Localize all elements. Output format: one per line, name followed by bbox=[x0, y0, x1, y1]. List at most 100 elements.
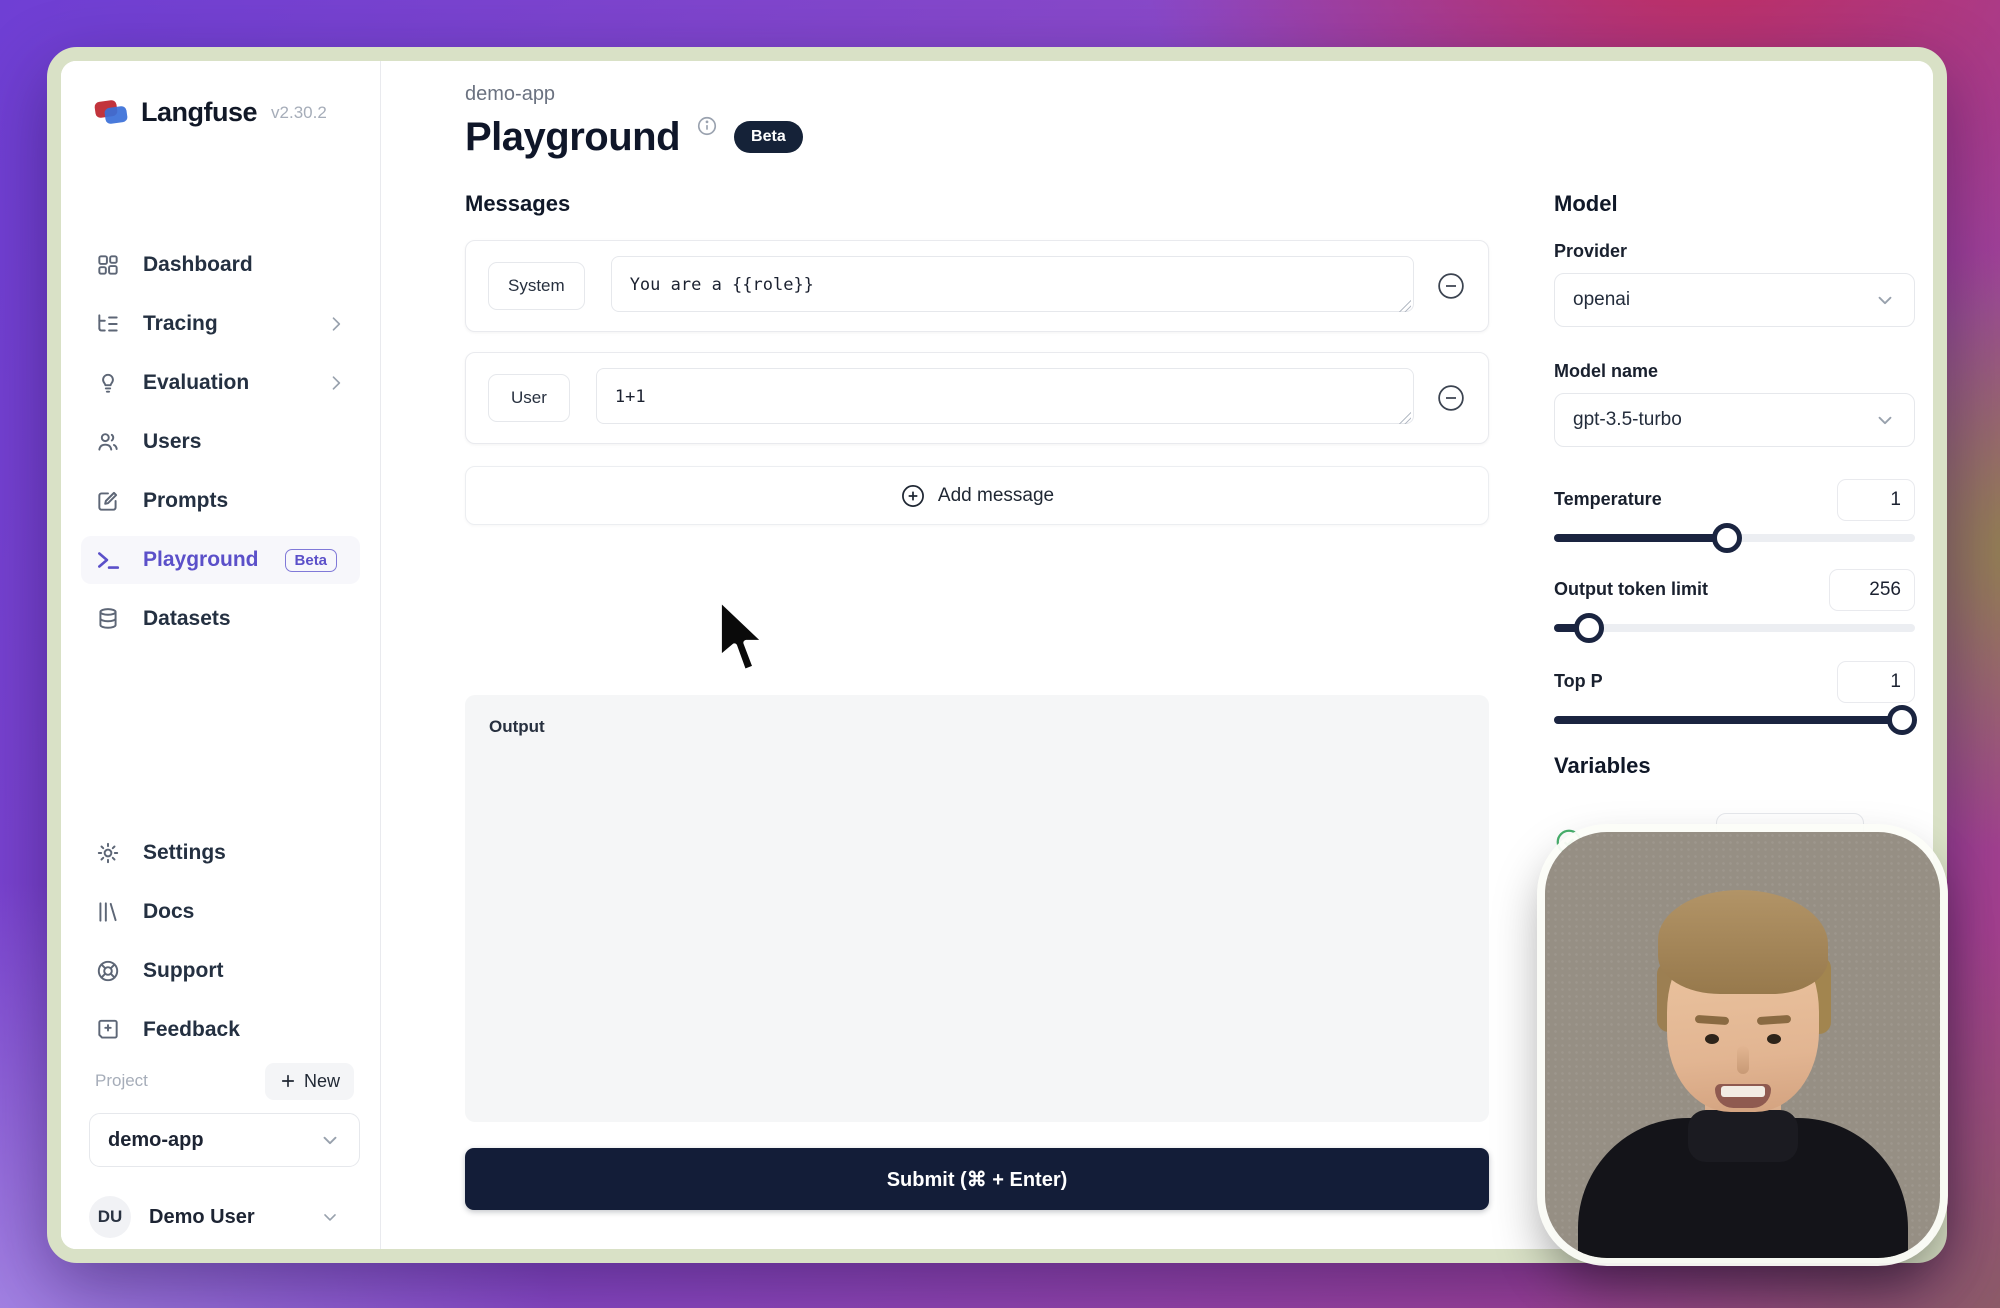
edit-icon bbox=[95, 488, 121, 514]
langfuse-logo-icon bbox=[95, 98, 129, 128]
sidebar-item-label: Evaluation bbox=[143, 371, 249, 395]
model-name-label: Model name bbox=[1554, 361, 1658, 382]
dashboard-icon bbox=[95, 252, 121, 278]
remove-message-icon[interactable] bbox=[1436, 383, 1466, 413]
sidebar-item-dashboard[interactable]: Dashboard bbox=[81, 241, 360, 289]
plus-icon bbox=[279, 1072, 297, 1090]
temperature-slider[interactable] bbox=[1554, 523, 1915, 553]
brand-name: Langfuse bbox=[141, 97, 257, 128]
plus-circle-icon bbox=[900, 483, 926, 509]
database-icon bbox=[95, 606, 121, 632]
role-selector-system[interactable]: System bbox=[488, 262, 585, 310]
temperature-label: Temperature bbox=[1554, 489, 1662, 510]
message-row-system: System You are a {{role}} bbox=[465, 240, 1489, 332]
tracing-icon bbox=[95, 311, 121, 337]
user-menu[interactable]: DU Demo User bbox=[89, 1195, 360, 1239]
sidebar-item-tracing[interactable]: Tracing bbox=[81, 300, 360, 348]
sidebar-item-playground[interactable]: Playground Beta bbox=[81, 536, 360, 584]
sidebar-item-label: Prompts bbox=[143, 489, 228, 513]
submit-label: Submit (⌘ + Enter) bbox=[887, 1167, 1068, 1192]
add-message-button[interactable]: Add message bbox=[465, 466, 1489, 525]
output-panel: Output bbox=[465, 695, 1489, 1122]
slider-fill bbox=[1554, 534, 1727, 542]
main-content: demo-app Playground Beta Messages System… bbox=[404, 61, 1489, 1249]
model-name-value: gpt-3.5-turbo bbox=[1573, 409, 1682, 431]
chevron-right-icon bbox=[326, 314, 346, 334]
mouse-cursor bbox=[712, 592, 778, 684]
sidebar-item-evaluation[interactable]: Evaluation bbox=[81, 359, 360, 407]
add-message-label: Add message bbox=[938, 485, 1054, 507]
sidebar-item-label: Playground bbox=[143, 548, 259, 572]
sidebar-item-label: Tracing bbox=[143, 312, 218, 336]
variables-heading: Variables bbox=[1554, 753, 1651, 779]
terminal-icon bbox=[95, 547, 121, 573]
lifebuoy-icon bbox=[95, 958, 121, 984]
temperature-value-input[interactable]: 1 bbox=[1837, 479, 1915, 521]
beta-badge: Beta bbox=[285, 549, 338, 572]
sidebar-item-support[interactable]: Support bbox=[81, 947, 360, 995]
remove-message-icon[interactable] bbox=[1436, 271, 1466, 301]
submit-button[interactable]: Submit (⌘ + Enter) bbox=[465, 1148, 1489, 1210]
message-plus-icon bbox=[95, 1017, 121, 1043]
person-hair bbox=[1658, 890, 1828, 994]
user-name: Demo User bbox=[149, 1206, 255, 1229]
resize-grip[interactable] bbox=[1399, 412, 1411, 424]
chevron-down-icon bbox=[320, 1207, 340, 1227]
project-label: Project bbox=[95, 1071, 148, 1091]
sidebar-item-docs[interactable]: Docs bbox=[81, 888, 360, 936]
avatar: DU bbox=[89, 1196, 131, 1238]
lightbulb-icon bbox=[95, 370, 121, 396]
top-p-slider[interactable] bbox=[1554, 705, 1915, 735]
sidebar: Langfuse v2.30.2 Dashboard Tracing Evalu… bbox=[61, 61, 381, 1249]
system-message-input[interactable]: You are a {{role}} bbox=[611, 256, 1414, 312]
slider-thumb[interactable] bbox=[1574, 613, 1604, 643]
model-heading: Model bbox=[1554, 191, 1618, 217]
slider-track bbox=[1554, 624, 1915, 632]
output-token-slider[interactable] bbox=[1554, 613, 1915, 643]
sidebar-item-label: Feedback bbox=[143, 1018, 240, 1042]
chevron-right-icon bbox=[326, 373, 346, 393]
sidebar-item-prompts[interactable]: Prompts bbox=[81, 477, 360, 525]
top-p-value-input[interactable]: 1 bbox=[1837, 661, 1915, 703]
project-select[interactable]: demo-app bbox=[89, 1113, 360, 1167]
webcam-overlay bbox=[1545, 832, 1940, 1258]
new-project-button[interactable]: New bbox=[265, 1063, 354, 1100]
app-version: v2.30.2 bbox=[271, 103, 327, 123]
provider-value: openai bbox=[1573, 289, 1630, 311]
gear-icon bbox=[95, 840, 121, 866]
project-select-value: demo-app bbox=[108, 1129, 204, 1152]
sidebar-item-label: Users bbox=[143, 430, 201, 454]
new-project-label: New bbox=[304, 1071, 340, 1092]
output-token-limit-label: Output token limit bbox=[1554, 579, 1708, 600]
logo: Langfuse v2.30.2 bbox=[95, 97, 327, 128]
sidebar-item-users[interactable]: Users bbox=[81, 418, 360, 466]
chevron-down-icon bbox=[1874, 289, 1896, 311]
provider-label: Provider bbox=[1554, 241, 1627, 262]
sidebar-item-feedback[interactable]: Feedback bbox=[81, 1006, 360, 1054]
message-row-user: User 1+1 bbox=[465, 352, 1489, 444]
beta-pill: Beta bbox=[734, 121, 803, 153]
slider-fill bbox=[1554, 716, 1915, 724]
info-icon[interactable] bbox=[696, 115, 718, 137]
top-p-label: Top P bbox=[1554, 671, 1603, 692]
users-icon bbox=[95, 429, 121, 455]
messages-heading: Messages bbox=[465, 191, 570, 217]
page-title: Playground bbox=[465, 113, 680, 161]
sidebar-item-label: Support bbox=[143, 959, 223, 983]
library-icon bbox=[95, 899, 121, 925]
role-selector-user[interactable]: User bbox=[488, 374, 570, 422]
slider-thumb[interactable] bbox=[1712, 523, 1742, 553]
model-name-select[interactable]: gpt-3.5-turbo bbox=[1554, 393, 1915, 447]
sidebar-item-label: Docs bbox=[143, 900, 194, 924]
chevron-down-icon bbox=[1874, 409, 1896, 431]
provider-select[interactable]: openai bbox=[1554, 273, 1915, 327]
slider-thumb[interactable] bbox=[1887, 705, 1917, 735]
resize-grip[interactable] bbox=[1399, 300, 1411, 312]
sidebar-item-label: Settings bbox=[143, 841, 226, 865]
sidebar-item-label: Dashboard bbox=[143, 253, 253, 277]
user-message-input[interactable]: 1+1 bbox=[596, 368, 1414, 424]
output-label: Output bbox=[489, 717, 545, 737]
output-token-limit-input[interactable]: 256 bbox=[1829, 569, 1915, 611]
sidebar-item-datasets[interactable]: Datasets bbox=[81, 595, 360, 643]
sidebar-item-settings[interactable]: Settings bbox=[81, 829, 360, 877]
